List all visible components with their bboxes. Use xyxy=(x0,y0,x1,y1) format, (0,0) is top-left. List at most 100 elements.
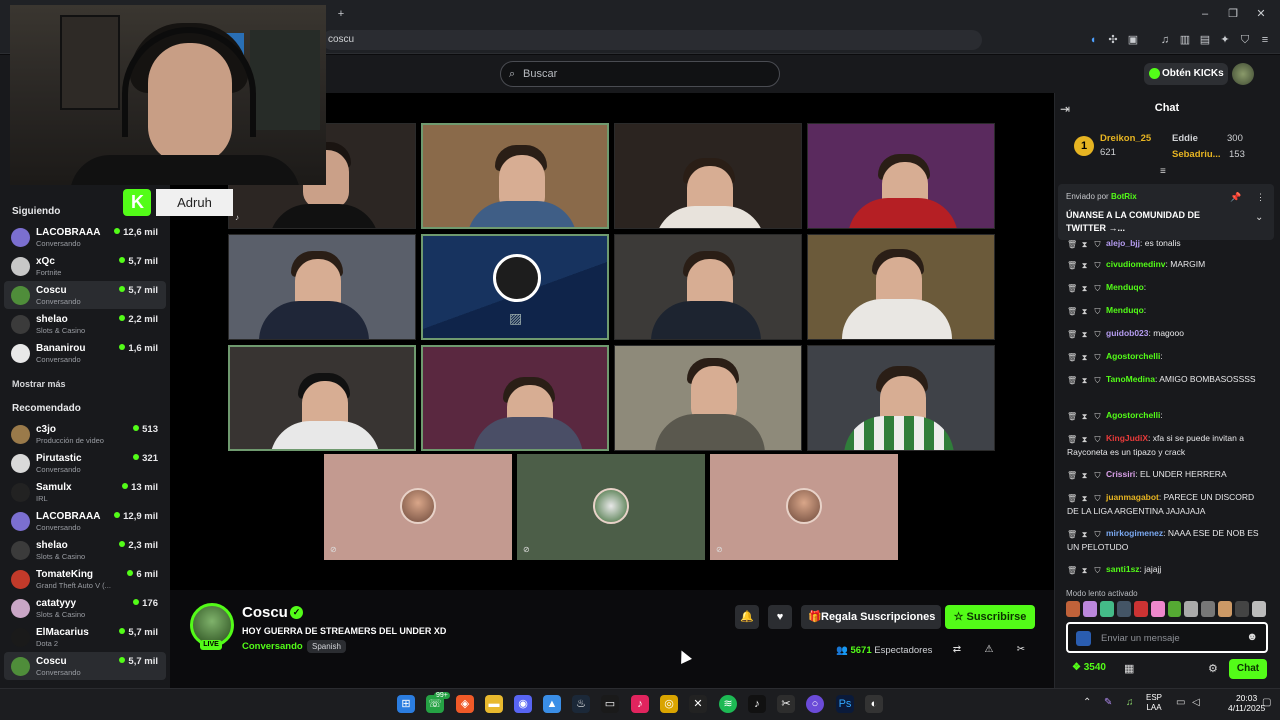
profile-avatar[interactable] xyxy=(1232,63,1254,85)
delete-icon[interactable]: 🗑 xyxy=(1067,412,1077,421)
search-input[interactable]: ⌕ Buscar xyxy=(500,61,780,87)
discord-icon[interactable]: ◉ xyxy=(514,695,532,713)
subscribe-button[interactable]: ☆ Suscribirse xyxy=(945,605,1035,629)
sidebar-channel[interactable]: TomateKing Grand Theft Auto V (... 6 mil xyxy=(4,565,166,593)
chat-message[interactable]: 🗑 ⧗ ⛉ alejo_bjj: es tonalis xyxy=(1067,236,1267,250)
share-icon[interactable]: ⇄ xyxy=(951,644,963,656)
chat-username[interactable]: santi1sz xyxy=(1106,564,1140,574)
chat-input[interactable]: Enviar un mensaje ☻ xyxy=(1066,622,1268,653)
emote-icon[interactable] xyxy=(1184,601,1199,617)
start-menu-icon[interactable]: ⊞ xyxy=(397,695,415,713)
audio-icon[interactable]: ◖ xyxy=(1086,33,1100,47)
shield-icon[interactable]: ⛉ xyxy=(1093,376,1102,385)
chat-username[interactable]: KingJudiX xyxy=(1106,433,1148,443)
shield-icon[interactable]: ⛉ xyxy=(1093,330,1102,339)
timeout-icon[interactable]: ⧗ xyxy=(1080,412,1089,421)
file-explorer-icon[interactable]: ▬ xyxy=(485,695,503,713)
shield-icon[interactable]: ⛉ xyxy=(1093,566,1102,575)
sidebar-channel[interactable]: catatyyy Slots & Casino 176 xyxy=(4,594,166,622)
new-tab-button[interactable]: + xyxy=(334,7,348,21)
timeout-icon[interactable]: ⧗ xyxy=(1080,307,1089,316)
leaderboard-name[interactable]: Sebadriu... xyxy=(1172,149,1221,160)
timeout-icon[interactable]: ⧗ xyxy=(1080,261,1089,270)
brave-icon[interactable]: ◈ xyxy=(456,695,474,713)
clip-icon[interactable]: ✂ xyxy=(1015,644,1027,656)
chat-username[interactable]: Menduqo xyxy=(1106,282,1144,292)
capcut-icon[interactable]: ♪ xyxy=(631,695,649,713)
streamer-name[interactable]: Coscu xyxy=(242,604,288,621)
screenshot-icon[interactable]: ▣ xyxy=(1126,33,1140,47)
shield-icon[interactable]: ⛉ xyxy=(1093,307,1102,316)
delete-icon[interactable]: 🗑 xyxy=(1067,435,1077,444)
delete-icon[interactable]: 🗑 xyxy=(1067,376,1077,385)
notification-bell-button[interactable]: 🔔 xyxy=(735,605,759,629)
timeout-icon[interactable]: ⧗ xyxy=(1080,494,1089,503)
report-icon[interactable]: ⚠ xyxy=(983,644,995,656)
timeout-icon[interactable]: ⧗ xyxy=(1080,435,1089,444)
chat-message[interactable]: 🗑 ⧗ ⛉ civudiomedinv: MARGIM xyxy=(1067,257,1267,271)
delete-icon[interactable]: 🗑 xyxy=(1067,566,1077,575)
chat-username[interactable]: Menduqo xyxy=(1106,305,1144,315)
snipping-tool-icon[interactable]: ✂ xyxy=(777,695,795,713)
wallet-icon[interactable]: ▤ xyxy=(1198,33,1212,47)
spotify-icon[interactable]: ≋ xyxy=(719,695,737,713)
shield-icon[interactable]: ⛉ xyxy=(1093,412,1102,421)
capcut-editor-icon[interactable]: ✕ xyxy=(689,695,707,713)
menu-icon[interactable]: ≡ xyxy=(1258,33,1272,47)
channel-points[interactable]: ❖ 3540 xyxy=(1072,662,1106,673)
sidebar-channel[interactable]: LACOBRAAA Conversando 12,6 mil xyxy=(4,223,166,251)
chat-message[interactable]: 🗑 ⧗ ⛉ guidob023: magooo xyxy=(1067,326,1267,340)
pin-icon[interactable]: 📌 xyxy=(1230,192,1241,203)
vpn-icon[interactable]: ⛉ xyxy=(1238,33,1252,47)
emote-icon[interactable] xyxy=(1150,601,1165,617)
delete-icon[interactable]: 🗑 xyxy=(1067,353,1077,362)
emote-icon[interactable] xyxy=(1116,601,1131,617)
sidebar-channel[interactable]: Samulx IRL 13 mil xyxy=(4,478,166,506)
chat-message[interactable]: 🗑 ⧗ ⛉ santi1sz: jajajj xyxy=(1067,562,1267,576)
expand-leaderboard-icon[interactable]: ≡ xyxy=(1160,166,1166,177)
emote-icon[interactable] xyxy=(1218,601,1233,617)
sidebar-channel[interactable]: Coscu Conversando 5,7 mil xyxy=(4,652,166,680)
notifications-icon[interactable]: ▢ xyxy=(1262,697,1271,708)
app-icon[interactable]: ◎ xyxy=(660,695,678,713)
show-more-link[interactable]: Mostrar más xyxy=(12,379,66,389)
chat-message[interactable]: 🗑 ⧗ ⛉ Menduqo: xyxy=(1067,303,1267,317)
terminal-icon[interactable]: ▭ xyxy=(601,695,619,713)
emote-icon[interactable] xyxy=(1082,601,1097,617)
leaderboard-name[interactable]: Eddie xyxy=(1172,133,1198,144)
timeout-icon[interactable]: ⧗ xyxy=(1080,376,1089,385)
emote-icon[interactable] xyxy=(1066,601,1080,617)
steam-icon[interactable]: ♨ xyxy=(572,695,590,713)
delete-icon[interactable]: 🗑 xyxy=(1067,307,1077,316)
shield-icon[interactable]: ⛉ xyxy=(1093,530,1102,539)
delete-icon[interactable]: 🗑 xyxy=(1067,240,1077,249)
tiktok-icon[interactable]: ♪ xyxy=(748,695,766,713)
shield-icon[interactable]: ⛉ xyxy=(1093,471,1102,480)
minimize-button[interactable]: – xyxy=(1198,7,1212,21)
system-clock[interactable]: 20:03 4/11/2025 xyxy=(1228,693,1265,713)
badge-icon[interactable] xyxy=(1076,631,1091,646)
chat-message[interactable]: 🗑 ⧗ ⛉ KingJudiX: xfa si se puede invitan a … xyxy=(1067,431,1267,459)
follow-heart-button[interactable]: ♥ xyxy=(768,605,792,629)
shield-icon[interactable]: ⛉ xyxy=(1093,435,1102,444)
emote-icon[interactable] xyxy=(1235,601,1250,617)
sidebar-icon[interactable]: ▥ xyxy=(1178,33,1192,47)
chat-username[interactable]: mirkogimenez xyxy=(1106,528,1163,538)
photos-icon[interactable]: ▲ xyxy=(543,695,561,713)
chat-username[interactable]: alejo_bjj xyxy=(1106,238,1140,248)
emote-icon[interactable] xyxy=(1201,601,1216,617)
settings-gear-icon[interactable]: ⚙ xyxy=(1208,662,1218,675)
shield-icon[interactable]: ⛉ xyxy=(1093,284,1102,293)
gift-subs-button[interactable]: 🎁 Regala Suscripciones xyxy=(801,605,941,629)
more-options-icon[interactable]: ⋮ xyxy=(1256,192,1265,203)
chat-message[interactable]: 🗑 ⧗ ⛉ TanoMedina: AMIGO BOMBASOSSSS xyxy=(1067,372,1267,386)
chat-message[interactable]: 🗑 ⧗ ⛉ juanmagabot: PARECE UN DISCORD DE LA … xyxy=(1067,490,1267,518)
chat-message[interactable]: 🗑 ⧗ ⛉ Agostorchelli: xyxy=(1067,408,1267,422)
sidebar-channel[interactable]: LACOBRAAA Conversando 12,9 mil xyxy=(4,507,166,535)
sidebar-channel[interactable]: xQc Fortnite 5,7 mil xyxy=(4,252,166,280)
stream-category[interactable]: Conversando xyxy=(242,641,303,652)
leo-icon[interactable]: ✦ xyxy=(1218,33,1232,47)
chevron-down-icon[interactable]: ⌄ xyxy=(1255,212,1263,223)
get-kicks-button[interactable]: Obtén KICKs xyxy=(1144,63,1228,85)
sidebar-channel[interactable]: c3jo Producción de video 513 xyxy=(4,420,166,448)
